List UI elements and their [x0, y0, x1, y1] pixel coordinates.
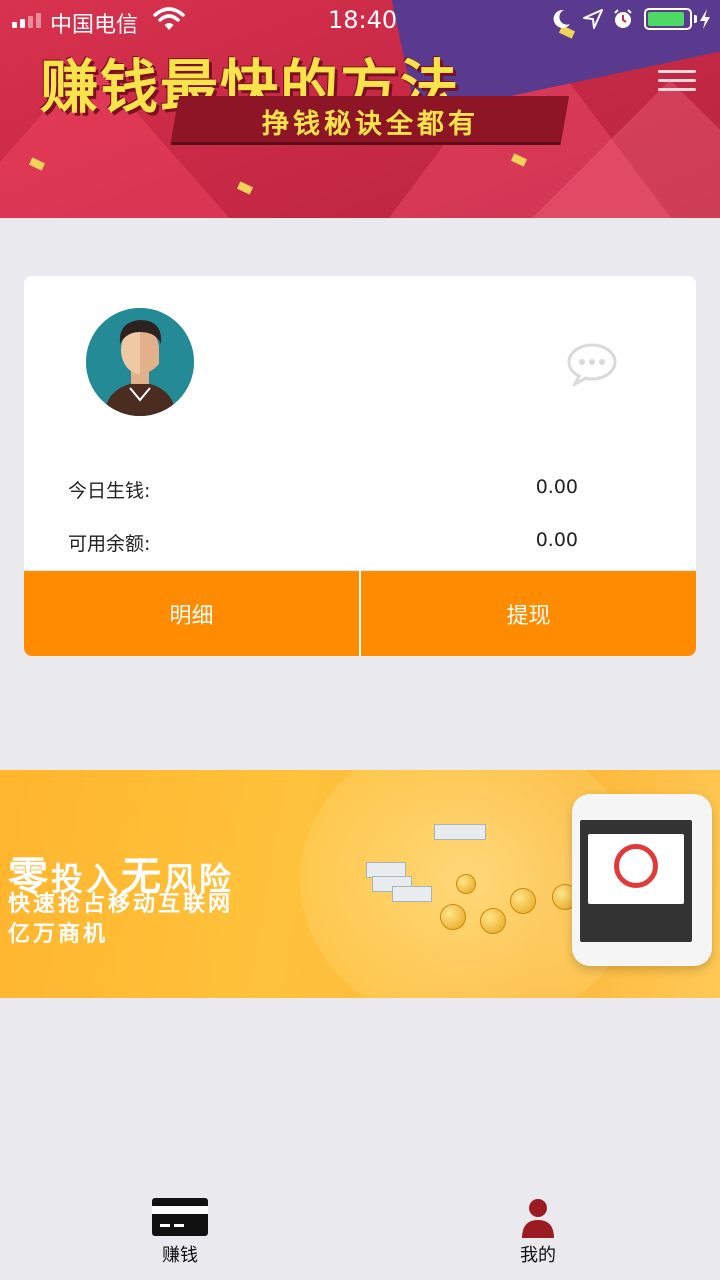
- account-actions: 明细 提现: [24, 570, 696, 656]
- cash-stack-decoration: [392, 886, 432, 902]
- battery-level: [648, 12, 684, 26]
- phone-screen: [580, 820, 692, 942]
- message-icon[interactable]: [566, 342, 618, 386]
- stat-label: 今日生钱:: [68, 480, 151, 502]
- battery-icon: [644, 8, 692, 30]
- banner-subtitle: 挣钱秘诀全都有: [262, 109, 479, 140]
- phone-app-preview: [588, 834, 684, 904]
- stat-value: 0.00: [535, 529, 578, 551]
- detail-button[interactable]: 明细: [24, 571, 359, 656]
- promo-tagline-2: 亿万商机: [8, 922, 109, 947]
- menu-icon[interactable]: [658, 70, 696, 91]
- status-time: 18:40: [328, 6, 398, 34]
- location-arrow-icon: [583, 9, 603, 29]
- battery-cap: [694, 15, 697, 23]
- wifi-icon: [153, 7, 185, 30]
- moon-icon: [553, 9, 570, 28]
- coin-decoration: [510, 888, 536, 914]
- cash-stack-decoration: [434, 824, 486, 840]
- withdraw-button[interactable]: 提现: [359, 571, 696, 656]
- card-icon: [152, 1198, 208, 1236]
- charging-bolt-icon: [700, 9, 710, 29]
- tab-bar: 赚钱 我的: [0, 1186, 720, 1280]
- coin-decoration: [480, 908, 506, 934]
- carrier-name: 中国电信: [50, 13, 139, 38]
- promo-banner[interactable]: 零投入无风险 快速抢占移动互联网 亿万商机: [0, 770, 720, 998]
- stat-label: 可用余额:: [68, 533, 151, 555]
- tab-earn[interactable]: 赚钱: [100, 1186, 260, 1280]
- stat-row-available-balance: 可用余额: 0.00: [68, 529, 578, 559]
- tab-label: 我的: [520, 1245, 556, 1266]
- stat-row-today-earnings: 今日生钱: 0.00: [68, 476, 578, 506]
- phone-illustration: [572, 794, 712, 966]
- coin-decoration: [456, 874, 476, 894]
- user-avatar-icon: [86, 308, 194, 416]
- alarm-icon: [614, 9, 632, 28]
- account-card: 今日生钱: 0.00 可用余额: 0.00 明细 提现: [24, 276, 696, 656]
- tab-mine[interactable]: 我的: [458, 1186, 618, 1280]
- avatar[interactable]: [86, 308, 194, 416]
- stat-value: 0.00: [535, 476, 578, 498]
- signal-strength-icon: [12, 12, 41, 28]
- coin-decoration: [440, 904, 466, 930]
- person-icon: [522, 1199, 554, 1238]
- tab-label: 赚钱: [162, 1245, 198, 1266]
- wifi-ring-icon: [614, 844, 658, 888]
- promo-tagline: 快速抢占移动互联网: [8, 892, 234, 917]
- status-bar: 中国电信 18:40: [0, 0, 720, 40]
